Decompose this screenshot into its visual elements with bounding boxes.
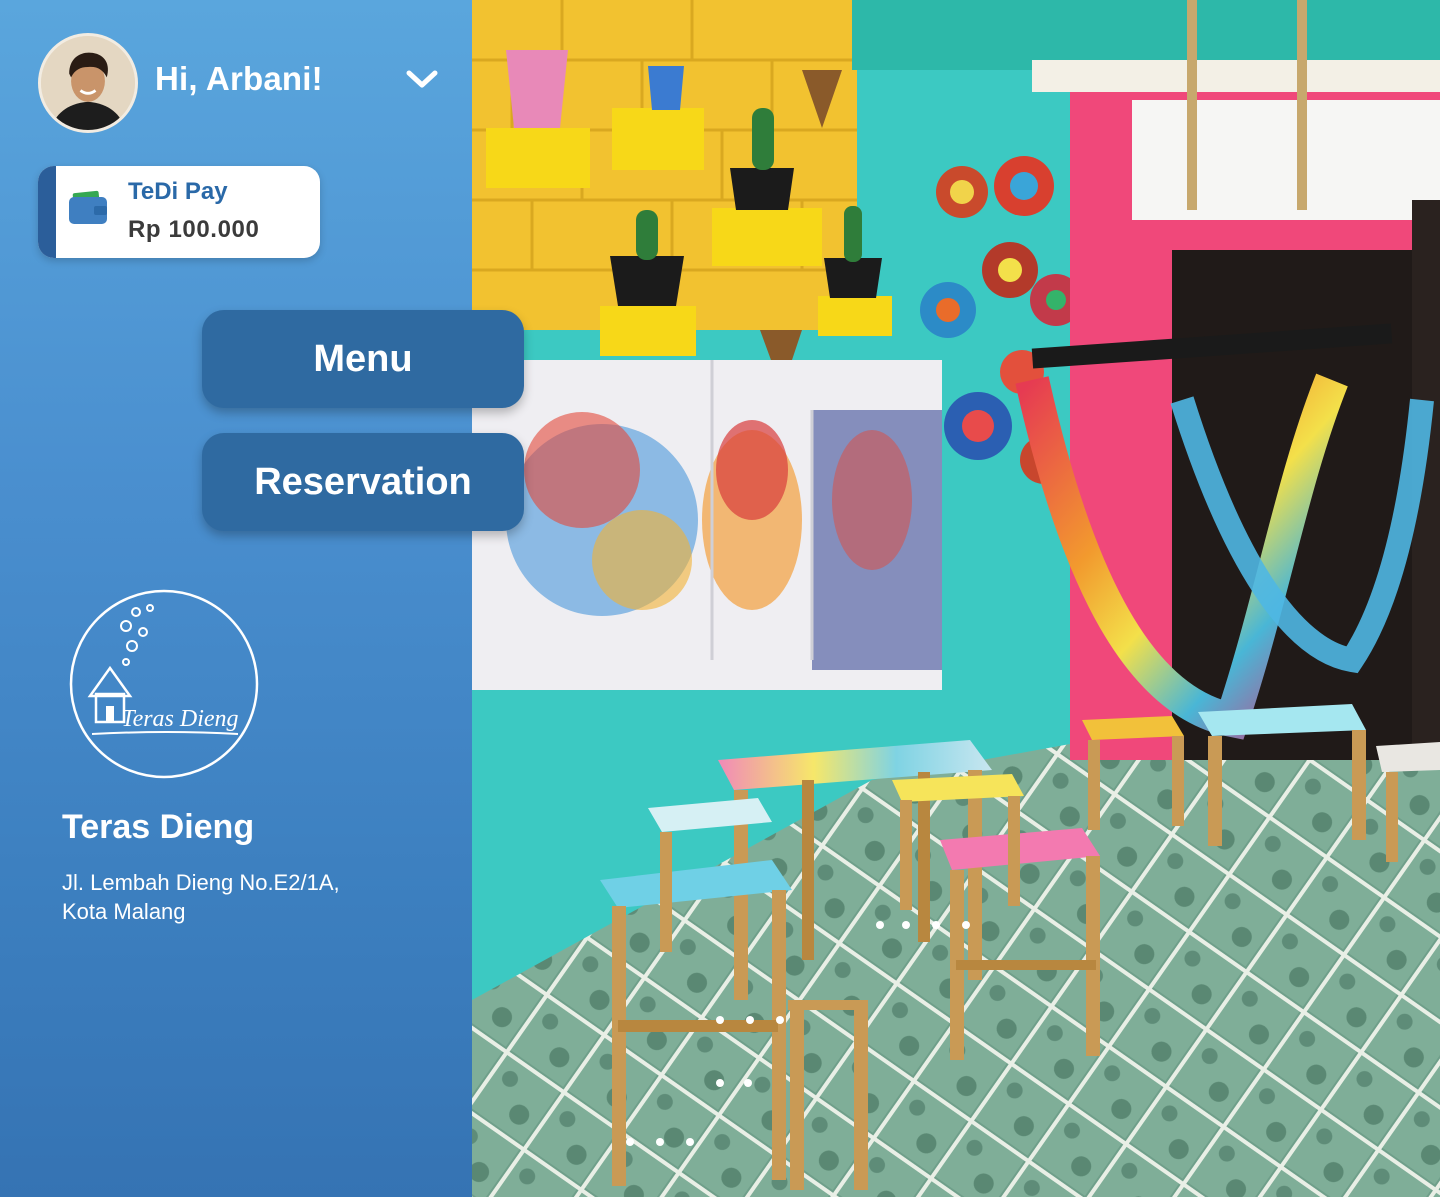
menu-button[interactable]: Menu — [202, 310, 524, 408]
sidebar: Hi, Arbani! TeDi Pay Rp 100.000 Teras Di… — [0, 0, 472, 1197]
venue-logo-text: Teras Dieng — [121, 706, 238, 732]
venue-address-line1: Jl. Lembah Dieng No.E2/1A, — [62, 870, 340, 895]
reservation-button[interactable]: Reservation — [202, 433, 524, 531]
venue-logo: Teras Dieng — [68, 588, 260, 780]
wallet-balance: Rp 100.000 — [128, 216, 260, 243]
chevron-down-icon[interactable] — [404, 67, 440, 91]
venue-address: Jl. Lembah Dieng No.E2/1A, Kota Malang — [62, 868, 442, 926]
wallet-card[interactable]: TeDi Pay Rp 100.000 — [38, 166, 320, 258]
venue-name: Teras Dieng — [62, 808, 255, 846]
wallet-icon — [67, 190, 109, 226]
user-avatar[interactable] — [38, 33, 138, 133]
venue-address-line2: Kota Malang — [62, 899, 186, 924]
venue-photo — [472, 0, 1440, 1197]
avatar-image — [41, 36, 135, 130]
wallet-name: TeDi Pay — [128, 178, 228, 205]
user-greeting: Hi, Arbani! — [155, 60, 323, 97]
wallet-card-accent — [38, 166, 56, 258]
